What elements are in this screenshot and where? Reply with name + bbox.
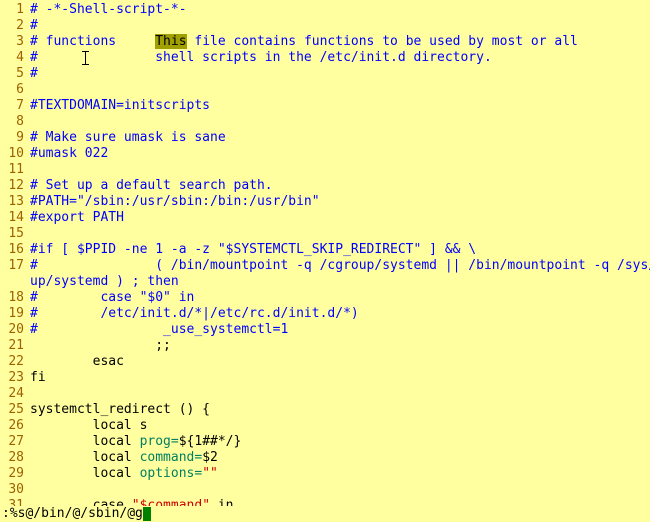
editor-viewport[interactable]: 1# -*-Shell-script-*-2#3# functions This… bbox=[0, 0, 650, 522]
line-number: 16 bbox=[0, 242, 30, 258]
code-lines[interactable]: 1# -*-Shell-script-*-2#3# functions This… bbox=[0, 0, 650, 522]
line-number: 30 bbox=[0, 482, 30, 498]
line-content[interactable]: #PATH="/sbin:/usr/sbin:/bin:/usr/bin" bbox=[30, 194, 650, 210]
line-number: 23 bbox=[0, 370, 30, 386]
code-line[interactable]: 25systemctl_redirect () { bbox=[0, 402, 650, 418]
line-number: 29 bbox=[0, 466, 30, 482]
code-line[interactable]: 7#TEXTDOMAIN=initscripts bbox=[0, 98, 650, 114]
line-number: 15 bbox=[0, 226, 30, 242]
line-number: 24 bbox=[0, 386, 30, 402]
code-line[interactable]: 30 bbox=[0, 482, 650, 498]
code-line[interactable]: up/systemd ) ; then bbox=[0, 274, 650, 290]
code-line[interactable]: 10#umask 022 bbox=[0, 146, 650, 162]
line-content[interactable]: systemctl_redirect () { bbox=[30, 402, 650, 418]
line-number: 2 bbox=[0, 18, 30, 34]
line-content[interactable]: # Make sure umask is sane bbox=[30, 130, 650, 146]
code-line[interactable]: 14#export PATH bbox=[0, 210, 650, 226]
code-line[interactable]: 17# ( /bin/mountpoint -q /cgroup/systemd… bbox=[0, 258, 650, 274]
code-line[interactable]: 1# -*-Shell-script-*- bbox=[0, 2, 650, 18]
line-content[interactable]: # bbox=[30, 18, 650, 34]
code-line[interactable]: 15 bbox=[0, 226, 650, 242]
code-line[interactable]: 27 local prog=${1##*/} bbox=[0, 434, 650, 450]
line-number bbox=[0, 274, 30, 290]
line-content[interactable]: # shell scripts in the /etc/init.d direc… bbox=[30, 50, 650, 66]
line-content[interactable]: local options="" bbox=[30, 466, 650, 482]
line-content[interactable]: local prog=${1##*/} bbox=[30, 434, 650, 450]
line-content[interactable]: # _use_systemctl=1 bbox=[30, 322, 650, 338]
line-content[interactable]: # Set up a default search path. bbox=[30, 178, 650, 194]
line-content[interactable] bbox=[30, 162, 650, 178]
code-line[interactable]: 6 bbox=[0, 82, 650, 98]
line-content[interactable]: # functions This file contains functions… bbox=[30, 34, 650, 50]
line-number: 21 bbox=[0, 338, 30, 354]
line-content[interactable] bbox=[30, 482, 650, 498]
line-number: 12 bbox=[0, 178, 30, 194]
code-line[interactable]: 19# /etc/init.d/*|/etc/rc.d/init.d/*) bbox=[0, 306, 650, 322]
line-content[interactable]: fi bbox=[30, 370, 650, 386]
code-line[interactable]: 8 bbox=[0, 114, 650, 130]
code-line[interactable]: 2# bbox=[0, 18, 650, 34]
line-content[interactable]: esac bbox=[30, 354, 650, 370]
line-content[interactable]: ;; bbox=[30, 338, 650, 354]
line-content[interactable] bbox=[30, 226, 650, 242]
line-number: 17 bbox=[0, 258, 30, 274]
line-number: 3 bbox=[0, 34, 30, 50]
code-line[interactable]: 28 local command=$2 bbox=[0, 450, 650, 466]
line-number: 14 bbox=[0, 210, 30, 226]
line-number: 22 bbox=[0, 354, 30, 370]
line-content[interactable]: local s bbox=[30, 418, 650, 434]
code-line[interactable]: 26 local s bbox=[0, 418, 650, 434]
line-number: 25 bbox=[0, 402, 30, 418]
line-number: 1 bbox=[0, 2, 30, 18]
command-cursor bbox=[143, 507, 151, 521]
line-number: 7 bbox=[0, 98, 30, 114]
line-content[interactable]: #umask 022 bbox=[30, 146, 650, 162]
code-line[interactable]: 23fi bbox=[0, 370, 650, 386]
line-number: 5 bbox=[0, 66, 30, 82]
line-content[interactable]: up/systemd ) ; then bbox=[30, 274, 650, 290]
line-content[interactable] bbox=[30, 114, 650, 130]
code-line[interactable]: 4# shell scripts in the /etc/init.d dire… bbox=[0, 50, 650, 66]
line-content[interactable] bbox=[30, 82, 650, 98]
line-number: 8 bbox=[0, 114, 30, 130]
code-line[interactable]: 9# Make sure umask is sane bbox=[0, 130, 650, 146]
code-line[interactable]: 5# bbox=[0, 66, 650, 82]
command-line[interactable]: :%s@/bin/@/sbin/@g bbox=[0, 506, 650, 522]
line-number: 27 bbox=[0, 434, 30, 450]
code-line[interactable]: 18# case "$0" in bbox=[0, 290, 650, 306]
line-content[interactable]: #if [ $PPID -ne 1 -a -z "$SYSTEMCTL_SKIP… bbox=[30, 242, 650, 258]
line-number: 28 bbox=[0, 450, 30, 466]
code-line[interactable]: 22 esac bbox=[0, 354, 650, 370]
line-content[interactable] bbox=[30, 386, 650, 402]
line-number: 13 bbox=[0, 194, 30, 210]
code-line[interactable]: 29 local options="" bbox=[0, 466, 650, 482]
line-number: 26 bbox=[0, 418, 30, 434]
line-content[interactable]: # /etc/init.d/*|/etc/rc.d/init.d/*) bbox=[30, 306, 650, 322]
command-text: :%s@/bin/@/sbin/@g bbox=[2, 506, 143, 522]
code-line[interactable]: 16#if [ $PPID -ne 1 -a -z "$SYSTEMCTL_SK… bbox=[0, 242, 650, 258]
line-number: 4 bbox=[0, 50, 30, 66]
code-line[interactable]: 13#PATH="/sbin:/usr/sbin:/bin:/usr/bin" bbox=[0, 194, 650, 210]
line-content[interactable]: # case "$0" in bbox=[30, 290, 650, 306]
line-number: 9 bbox=[0, 130, 30, 146]
code-line[interactable]: 21 ;; bbox=[0, 338, 650, 354]
code-line[interactable]: 20# _use_systemctl=1 bbox=[0, 322, 650, 338]
code-line[interactable]: 12# Set up a default search path. bbox=[0, 178, 650, 194]
line-number: 19 bbox=[0, 306, 30, 322]
line-content[interactable]: #TEXTDOMAIN=initscripts bbox=[30, 98, 650, 114]
line-content[interactable]: # ( /bin/mountpoint -q /cgroup/systemd |… bbox=[30, 258, 650, 274]
line-number: 20 bbox=[0, 322, 30, 338]
line-content[interactable]: local command=$2 bbox=[30, 450, 650, 466]
line-content[interactable]: # bbox=[30, 66, 650, 82]
line-number: 18 bbox=[0, 290, 30, 306]
line-content[interactable]: # -*-Shell-script-*- bbox=[30, 2, 650, 18]
line-content[interactable]: #export PATH bbox=[30, 210, 650, 226]
code-line[interactable]: 24 bbox=[0, 386, 650, 402]
code-line[interactable]: 11 bbox=[0, 162, 650, 178]
line-number: 11 bbox=[0, 162, 30, 178]
line-number: 10 bbox=[0, 146, 30, 162]
line-number: 6 bbox=[0, 82, 30, 98]
code-line[interactable]: 3# functions This file contains function… bbox=[0, 34, 650, 50]
